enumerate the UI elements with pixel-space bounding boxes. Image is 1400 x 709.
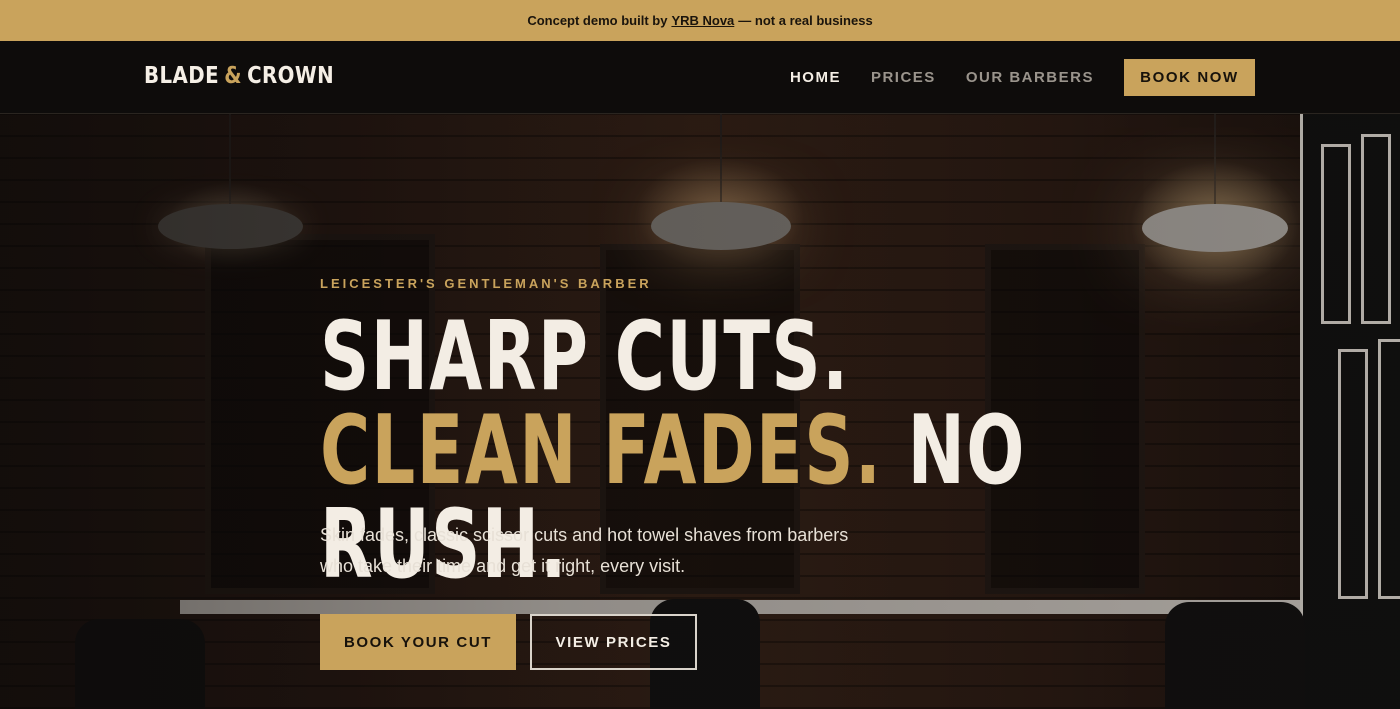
- banner-prefix: Concept demo built by: [527, 13, 668, 28]
- demo-banner: Concept demo built by YRB Nova — not a r…: [0, 0, 1400, 41]
- brand-name-part2: CROWN: [247, 63, 335, 89]
- hero-section: LEICESTER'S GENTLEMAN'S BARBER SHARP CUT…: [0, 114, 1400, 709]
- view-prices-button[interactable]: VIEW PRICES: [530, 614, 697, 670]
- nav-item-home[interactable]: HOME: [790, 69, 841, 86]
- brand-ampersand: &: [224, 63, 242, 89]
- hero-eyebrow: LEICESTER'S GENTLEMAN'S BARBER: [320, 276, 652, 291]
- brand-logo[interactable]: BLADE & CROWN: [144, 63, 334, 89]
- hero-content: LEICESTER'S GENTLEMAN'S BARBER SHARP CUT…: [320, 114, 1120, 709]
- main-nav: BLADE & CROWN HOME PRICES OUR BARBERS BOOK…: [0, 41, 1400, 114]
- nav-item-our-barbers[interactable]: OUR BARBERS: [966, 69, 1094, 86]
- book-now-button[interactable]: BOOK NOW: [1124, 59, 1255, 96]
- brand-name-part1: BLADE: [144, 63, 220, 89]
- banner-suffix: — not a real business: [738, 13, 873, 28]
- nav-links: HOME PRICES OUR BARBERS BOOK NOW: [790, 59, 1255, 96]
- hero-subtext: Skin fades, classic scissor cuts and hot…: [320, 525, 849, 576]
- banner-link[interactable]: YRB Nova: [671, 13, 734, 28]
- book-your-cut-button[interactable]: BOOK YOUR CUT: [320, 614, 516, 670]
- hero-cta-row: BOOK YOUR CUT VIEW PRICES: [320, 614, 697, 670]
- nav-item-prices[interactable]: PRICES: [871, 69, 936, 86]
